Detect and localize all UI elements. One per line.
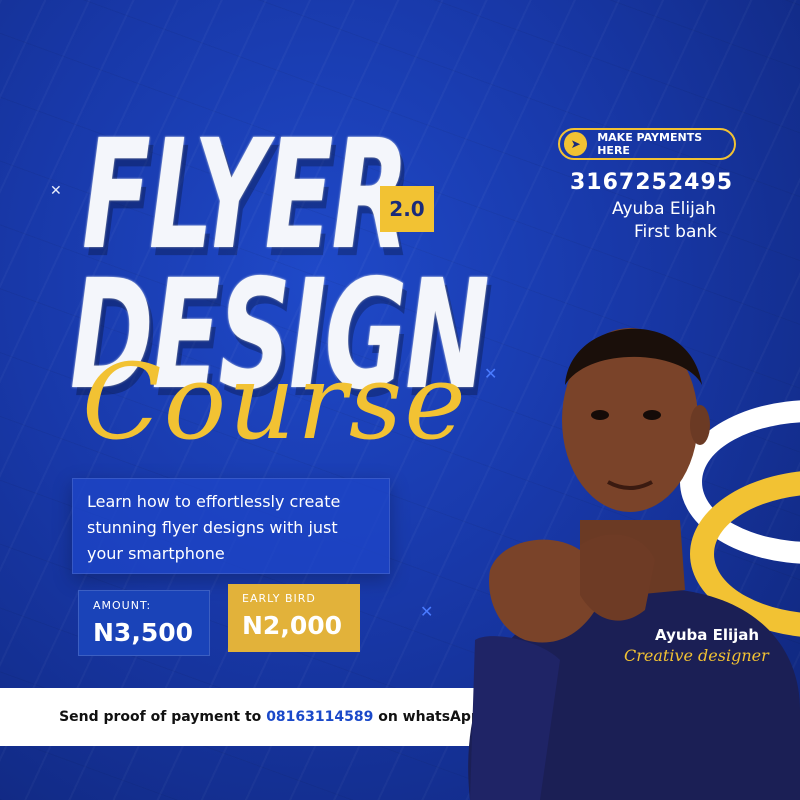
designer-title: Creative designer — [624, 646, 769, 665]
designer-portrait — [468, 328, 800, 800]
cursor-arrow-icon: ➤ — [564, 132, 588, 156]
account-number: 3167252495 — [570, 170, 734, 195]
title-course-script: Course — [82, 341, 468, 463]
decor-cross-icon: ✕ — [50, 183, 62, 199]
account-name: Ayuba Elijah — [612, 199, 717, 219]
designer-name: Ayuba Elijah — [655, 626, 760, 644]
price-amount-label: AMOUNT: — [93, 599, 152, 612]
version-badge: 2.0 — [380, 186, 434, 232]
price-early-bird-label: EARLY BIRD — [242, 592, 316, 605]
bank-name: First bank — [634, 222, 718, 242]
footer-prefix: Send proof of payment to — [59, 709, 262, 725]
make-payments-label: MAKE PAYMENTS HERE — [597, 131, 703, 157]
flyer-poster: ✕ ✕ ✕ FLYER 2.0 DESIGN Course Learn how … — [0, 0, 800, 800]
price-early-bird-value: N2,000 — [242, 611, 342, 640]
make-payments-button[interactable]: ➤ MAKE PAYMENTS HERE — [558, 128, 736, 160]
price-amount-value: N3,500 — [93, 618, 193, 647]
price-amount-card: AMOUNT: N3,500 — [78, 590, 210, 656]
whatsapp-phone-link[interactable]: 08163114589 — [266, 709, 373, 725]
course-description: Learn how to effortlessly create stunnin… — [72, 478, 390, 574]
price-early-bird-card: EARLY BIRD N2,000 — [228, 584, 360, 652]
